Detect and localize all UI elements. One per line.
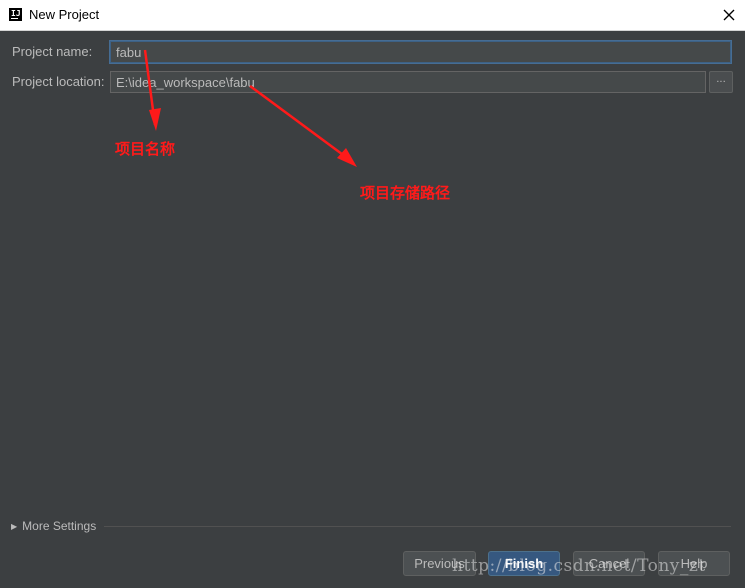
divider — [104, 526, 731, 527]
annotation-project-location: 项目存储路径 — [360, 184, 451, 202]
expand-triangle-icon: ▶ — [11, 522, 18, 531]
annotation-arrows — [143, 49, 357, 167]
more-settings-toggle[interactable]: ▶ More Settings — [11, 519, 96, 533]
annotation-project-name: 项目名称 — [115, 140, 176, 158]
watermark: http://blog.csdn.net/Tony_zt — [452, 556, 706, 576]
arrow-to-location — [249, 84, 357, 167]
more-settings-label: More Settings — [22, 519, 97, 533]
arrow-to-name — [143, 49, 161, 131]
